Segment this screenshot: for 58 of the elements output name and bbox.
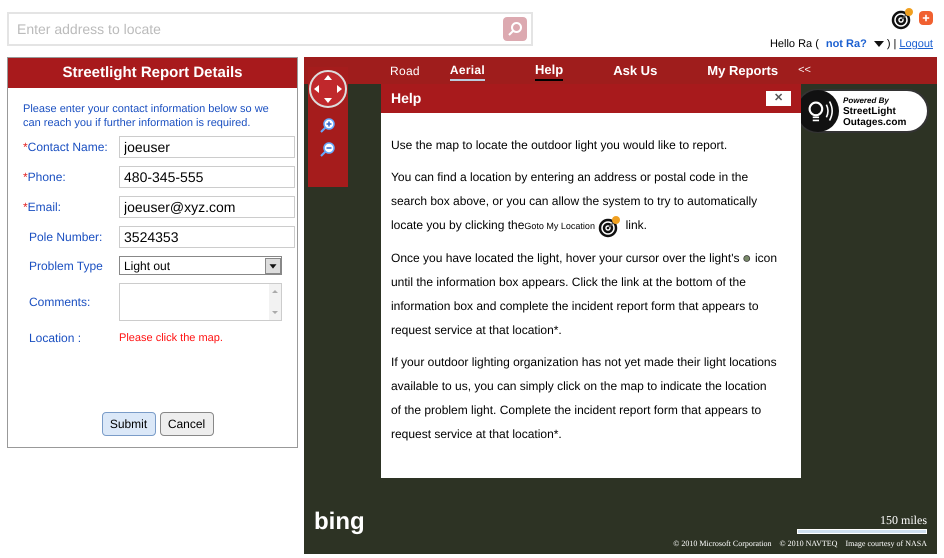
dialog-title: Help — [391, 89, 422, 108]
search-bar[interactable]: Enter address to locate — [7, 12, 533, 46]
add-icon[interactable] — [919, 11, 933, 25]
caret-icon[interactable] — [874, 39, 884, 50]
collapse-button[interactable]: << — [798, 62, 811, 79]
help-paragraph: You can find a location by entering an address or postal code in the search box above, or you can allow the system to try to automatically locate you by clicking theGoto My Location link. — [391, 165, 777, 238]
separator-text: | — [893, 37, 896, 52]
help-paragraph: Use the map to locate the outdoor light you would like to report. — [391, 137, 728, 154]
field-label: Location : — [28, 330, 82, 347]
field-label: *Phone: — [23, 169, 67, 186]
intro-text: Please enter your contact information below so we can reach you if further information is required. — [22, 102, 270, 130]
target-pin-icon[interactable] — [891, 6, 915, 30]
copyright-text: © 2010 Microsoft Corporation © 2010 NAVTEQ Image courtesy of NASA — [673, 538, 927, 550]
close-button[interactable]: ✕ — [766, 91, 791, 106]
submit-button[interactable]: Submit — [102, 412, 156, 436]
location-message: Please click the map. — [119, 330, 223, 346]
scrollbar-icon — [269, 284, 281, 320]
field-label: Pole Number: — [28, 229, 104, 246]
field-label: *Contact Name: — [23, 139, 109, 156]
map-style-tab[interactable]: Road — [390, 62, 420, 80]
logout-link[interactable]: Logout — [899, 36, 933, 52]
link-text: link. — [626, 218, 647, 232]
help-text: icon — [754, 250, 777, 267]
help-text: Once you have located the light, hover your cursor over the light's — [391, 250, 740, 267]
zoom-out-icon[interactable] — [320, 141, 336, 157]
menu-tab[interactable]: Ask Us — [613, 60, 658, 82]
logo-wordmark: StreetLight Outages.com — [843, 106, 908, 128]
greeting-text: Hello Ra ( — [770, 37, 819, 52]
caret-icon — [265, 258, 281, 274]
bing-logo: bing — [314, 507, 365, 537]
pan-control-icon[interactable] — [308, 69, 348, 109]
search-field[interactable]: Enter address to locate — [17, 18, 503, 40]
not-me-link[interactable]: not Ra? — [826, 36, 867, 52]
zoom-in-icon[interactable] — [320, 117, 336, 133]
menu-tab[interactable]: Help — [535, 60, 564, 82]
cancel-button[interactable]: Cancel — [160, 412, 214, 436]
map-style-tab[interactable]: Aerial — [450, 60, 486, 80]
target-pin-icon[interactable] — [598, 214, 622, 238]
comments-field[interactable] — [119, 283, 282, 321]
help-text: until the information box appears. Click the link at the bottom of the information box and complete the incident report form that appears to request service at that location*. — [391, 274, 760, 339]
logo-tagline: Powered By — [843, 94, 890, 106]
text-field[interactable]: joeuser — [119, 136, 295, 158]
panel-header: Streetlight Report Details — [8, 58, 297, 88]
text-field[interactable]: 480-345-555 — [119, 166, 295, 188]
field-label: Problem Type — [28, 258, 104, 274]
text-field[interactable]: joeuser@xyz.com — [119, 196, 295, 218]
text-field[interactable]: 3524353 — [119, 226, 295, 248]
dot-icon — [743, 254, 751, 262]
search-icon — [507, 21, 523, 37]
field-label: Comments: — [28, 294, 92, 311]
field-label: *Email: — [23, 199, 62, 216]
goto-location-link[interactable]: Goto My Location — [524, 221, 595, 231]
map-view[interactable] — [304, 57, 937, 554]
problem-type-dropdown[interactable]: Light out — [119, 256, 282, 275]
help-paragraph: If your outdoor lighting organization has not yet made their light locations available to us, you can simply click on the map to indicate the location of the problem light. Complete the incident report form that appears to request service at that location*. — [391, 354, 777, 443]
menu-tab[interactable]: My Reports — [707, 60, 778, 82]
scale-label: 150 miles — [880, 512, 927, 529]
paren-text: ) — [886, 37, 890, 52]
